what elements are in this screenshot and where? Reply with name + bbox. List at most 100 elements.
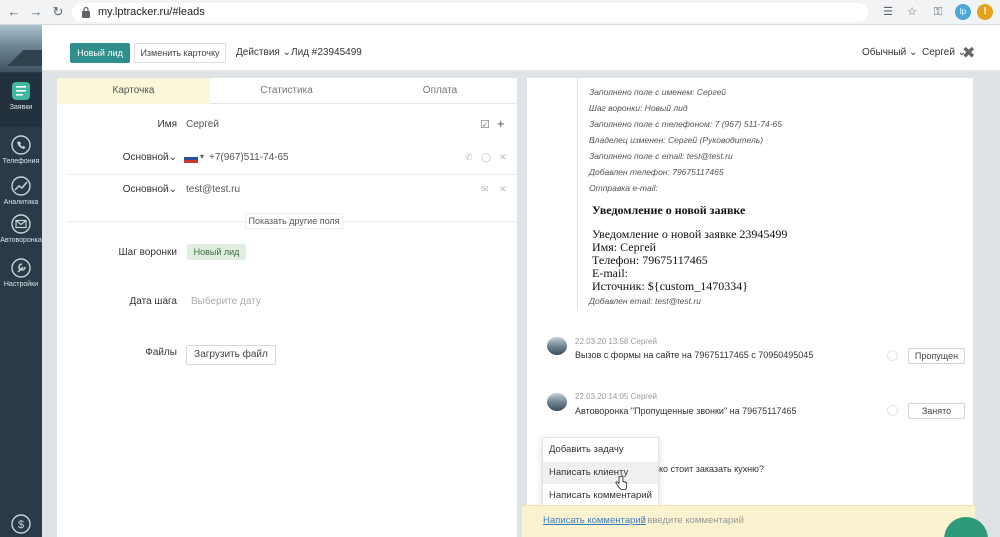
url-text: my.lptracker.ru/#leads xyxy=(98,6,205,18)
menu-item-write-comment[interactable]: Написать комментарий xyxy=(543,485,658,507)
sidebar-item-settings[interactable]: Настройки xyxy=(0,250,42,304)
new-lead-button[interactable]: Новый лид xyxy=(70,43,130,63)
menu-item-write-client[interactable]: Написать клиенту xyxy=(543,462,658,484)
svg-text:$: $ xyxy=(18,519,24,531)
history-line: Заполнено поле с телефоном: 7 (967) 511-… xyxy=(589,119,782,129)
email-title: Уведомление о новой заявке xyxy=(592,203,746,217)
stage-label: Шаг воронки xyxy=(118,247,177,258)
phone-type-text: Основной xyxy=(122,152,169,163)
sidebar-item-label: Автоворонка xyxy=(0,237,42,244)
address-bar[interactable]: my.lptracker.ru/#leads xyxy=(72,3,868,22)
avatar xyxy=(547,337,567,355)
avatar xyxy=(547,393,567,411)
leads-icon xyxy=(12,82,30,100)
close-icon[interactable]: ✖ xyxy=(962,43,975,63)
add-action-menu: Добавить задачу Написать клиенту Написат… xyxy=(542,437,659,507)
chat-icon[interactable]: ◯ xyxy=(481,152,491,163)
hand-cursor-icon xyxy=(615,475,627,490)
actions-dropdown[interactable]: Действия ⌄ xyxy=(236,47,291,58)
translate-icon[interactable]: ☰ xyxy=(880,4,896,20)
lead-card-panel: Карточка Статистика Оплата Имя Сергей ☑ … xyxy=(57,78,517,537)
history-divider xyxy=(577,78,578,310)
back-icon[interactable]: ← xyxy=(6,4,22,20)
show-more-fields-button[interactable]: Показать другие поля xyxy=(245,213,343,229)
browser-toolbar: ← → ↻ my.lptracker.ru/#leads ☰ ☆ ⚿ lp ! xyxy=(0,0,1000,25)
sidebar: Заявки Телефония Аналитика Автоворонка Н… xyxy=(0,25,42,537)
tab-card[interactable]: Карточка xyxy=(57,78,210,104)
history-line: Добавлен email: test@test.ru xyxy=(589,296,701,306)
divider xyxy=(67,174,517,175)
history-line: Шаг воронки: Новый лид xyxy=(589,103,688,113)
email-value[interactable]: test@test.ru xyxy=(186,184,240,195)
date-label: Дата шага xyxy=(129,296,178,307)
remove-icon[interactable]: ✕ xyxy=(499,184,507,195)
analytics-icon xyxy=(11,176,31,196)
phone-value[interactable]: +7(967)511-74-65 xyxy=(209,152,289,163)
sidebar-item-label: Аналитика xyxy=(3,199,39,206)
star-icon[interactable]: ☆ xyxy=(904,4,920,20)
email-line: Источник: ${custom_1470334} xyxy=(592,279,748,293)
date-input[interactable]: Выберите дату xyxy=(191,296,261,307)
sidebar-item-label: Телефония xyxy=(2,158,40,165)
stage-badge[interactable]: Новый лид xyxy=(187,244,246,260)
comment-input[interactable]: : введите комментарий xyxy=(642,515,744,526)
menu-item-add-task[interactable]: Добавить задачу xyxy=(543,439,658,461)
history-line: Добавлен телефон: 79675117465 xyxy=(589,167,724,177)
tab-payment[interactable]: Оплата xyxy=(363,78,517,104)
write-comment-link[interactable]: Написать комментарий xyxy=(543,515,646,526)
user-label: Сергей xyxy=(922,47,955,58)
check-icon[interactable] xyxy=(887,350,898,361)
lock-icon xyxy=(82,6,90,18)
message-text: Автоворонка "Пропущенные звонки" на 7967… xyxy=(575,406,797,416)
company-logo[interactable] xyxy=(0,25,42,72)
payment-icon[interactable]: $ xyxy=(11,513,31,535)
history-line: Владелец изменен: Сергей (Руководитель) xyxy=(589,135,764,145)
view-mode-label: Обычный xyxy=(862,47,907,58)
user-dropdown[interactable]: Сергей ⌄ xyxy=(922,47,966,58)
add-icon[interactable]: + xyxy=(497,116,505,131)
remove-icon[interactable]: ✕ xyxy=(499,152,507,163)
chevron-down-icon[interactable]: ▾ xyxy=(200,152,204,161)
history-line: Заполнено поле с именем: Сергей xyxy=(589,87,727,97)
forward-icon[interactable]: → xyxy=(28,4,44,20)
check-icon[interactable] xyxy=(887,405,898,416)
email-type-label[interactable]: Основной⌄ xyxy=(97,184,177,195)
tab-statistics[interactable]: Статистика xyxy=(210,78,363,104)
checkbox-icon[interactable]: ☑ xyxy=(480,118,490,131)
chevron-down-icon: ⌄ xyxy=(168,152,177,163)
key-icon[interactable]: ⚿ xyxy=(930,4,946,20)
envelope-icon[interactable]: ✉ xyxy=(481,184,489,195)
message-text: Вызов с формы на сайте на 79675117465 с … xyxy=(575,350,814,360)
russia-flag-icon xyxy=(184,154,198,163)
lead-header: Новый лид Изменить карточку Действия ⌄ Л… xyxy=(42,25,1000,71)
edit-card-button[interactable]: Изменить карточку xyxy=(134,43,226,63)
chevron-down-icon: ⌄ xyxy=(908,47,918,58)
phone-icon xyxy=(11,135,31,155)
history-line: Отправка e-mail: xyxy=(589,183,658,193)
profile-avatar[interactable]: lp xyxy=(955,4,971,20)
chevron-down-icon: ⌄ xyxy=(168,184,177,195)
status-button[interactable]: Пропущен xyxy=(908,348,965,364)
comment-bar[interactable]: Написать комментарий : введите комментар… xyxy=(522,505,975,537)
view-mode-dropdown[interactable]: Обычный ⌄ xyxy=(862,47,917,58)
sidebar-item-leads[interactable]: Заявки xyxy=(0,73,42,127)
files-label: Файлы xyxy=(145,347,177,358)
history-line: Заполнено поле с email: test@test.ru xyxy=(589,151,733,161)
settings-icon xyxy=(11,258,31,278)
message-text: ко стоит заказать кухню? xyxy=(659,464,764,474)
reload-icon[interactable]: ↻ xyxy=(50,4,66,20)
chevron-down-icon: ⌄ xyxy=(282,47,291,58)
message-meta: 22.03.20 13:58 Сергей xyxy=(575,337,657,346)
lead-title: Лид #23945499 xyxy=(291,47,362,58)
email-type-text: Основной xyxy=(122,184,169,195)
status-button[interactable]: Занято xyxy=(908,403,965,419)
phone-type-label[interactable]: Основной⌄ xyxy=(97,152,177,163)
name-value[interactable]: Сергей xyxy=(186,119,219,130)
card-tabs: Карточка Статистика Оплата xyxy=(57,78,517,104)
upload-file-button[interactable]: Загрузить файл xyxy=(186,345,276,365)
alert-icon[interactable]: ! xyxy=(977,4,993,20)
sidebar-item-label: Настройки xyxy=(3,281,39,288)
actions-label: Действия xyxy=(236,47,280,58)
name-label: Имя xyxy=(157,119,177,130)
call-icon[interactable]: ✆ xyxy=(465,152,473,163)
